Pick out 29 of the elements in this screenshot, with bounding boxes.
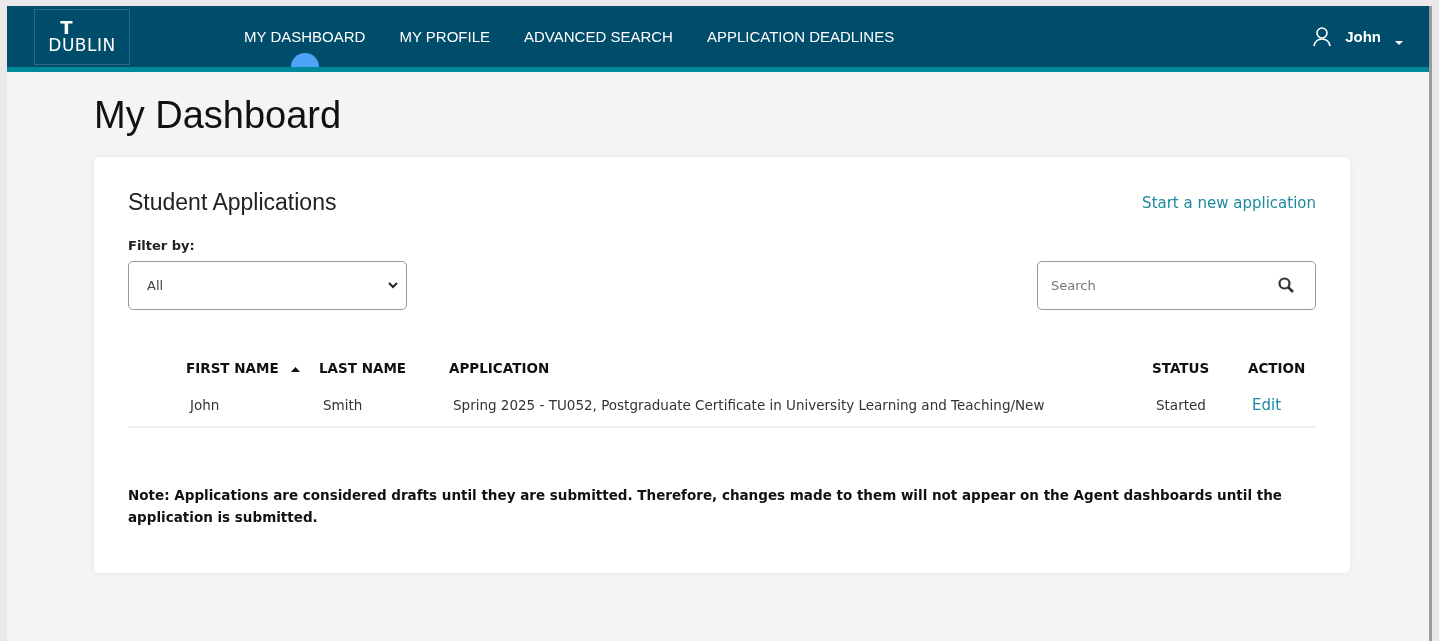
user-icon	[1313, 26, 1332, 47]
column-header[interactable]: ACTION	[1248, 360, 1306, 376]
card-title: Student Applications	[128, 189, 337, 216]
logo[interactable]: T DUBLIN	[34, 8, 130, 65]
chevron-down-icon	[388, 282, 398, 289]
page-title: My Dashboard	[94, 94, 343, 137]
caret-icon	[1395, 40, 1403, 45]
user-menu[interactable]: John	[1307, 25, 1409, 48]
nav-link[interactable]: ADVANCED SEARCH	[524, 6, 673, 67]
filter-label: Filter by:	[128, 238, 196, 253]
column-header[interactable]: LAST NAME	[319, 360, 407, 376]
logo-wordmark: DUBLIN	[48, 37, 116, 54]
table-cell: Spring 2025 - TU052, Postgraduate Certificate in University Learning and Teaching/New	[453, 397, 1045, 413]
column-header[interactable]: STATUS	[1152, 360, 1210, 376]
logo-mark: T	[60, 19, 73, 37]
new-application-link[interactable]: Start a new application	[1142, 193, 1316, 212]
nav-link[interactable]: MY DASHBOARD	[244, 6, 366, 67]
nav-link[interactable]: MY PROFILE	[399, 6, 490, 67]
filter-select[interactable]: All	[128, 261, 407, 310]
column-header[interactable]: APPLICATION	[449, 360, 550, 376]
column-header[interactable]: FIRST NAME	[186, 360, 279, 376]
table-cell: John	[190, 397, 220, 413]
table-cell: Started	[1156, 397, 1206, 413]
note-text: Note: Applications are considered drafts until they are submitted. Therefore, changes made to them will not appear on the Agent dashboards until the application is submitted.	[128, 486, 1283, 528]
search-icon	[1278, 277, 1294, 293]
edit-link[interactable]: Edit	[1252, 396, 1282, 414]
nav-link[interactable]: APPLICATION DEADLINES	[706, 6, 895, 67]
search-field[interactable]: Search	[1037, 261, 1316, 310]
table-cell: Smith	[323, 397, 363, 413]
